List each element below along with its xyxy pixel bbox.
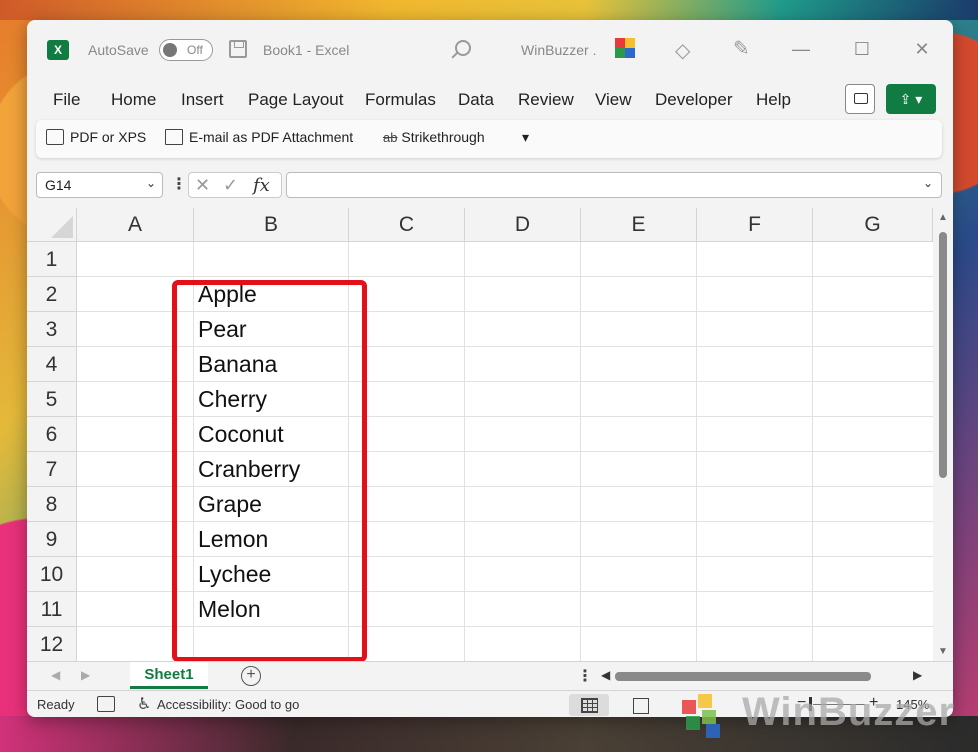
- document-title: Book1 - Excel: [263, 42, 350, 58]
- scroll-up-icon[interactable]: ▲: [938, 212, 948, 223]
- autosave-state: Off: [187, 43, 203, 57]
- minimize-button[interactable]: —: [781, 34, 821, 64]
- chevron-down-icon[interactable]: ⌄: [146, 176, 156, 190]
- save-icon[interactable]: [229, 40, 247, 58]
- formula-bar-options-icon[interactable]: ⋮: [171, 174, 187, 194]
- macro-recording-icon[interactable]: [97, 696, 115, 712]
- comments-button[interactable]: [845, 84, 875, 114]
- add-sheet-icon[interactable]: +: [241, 666, 261, 686]
- autosave-toggle[interactable]: Off: [159, 39, 213, 61]
- column-header-a[interactable]: A: [77, 208, 194, 242]
- customize-toolbar-button[interactable]: ▾: [522, 129, 529, 146]
- row-header-8[interactable]: 8: [27, 487, 77, 522]
- enter-icon[interactable]: ✓: [223, 175, 238, 196]
- printer-icon: [46, 129, 64, 145]
- highlight-annotation-box: [172, 280, 367, 661]
- tab-formulas[interactable]: Formulas: [365, 90, 436, 110]
- status-ready: Ready: [37, 697, 75, 712]
- column-header-e[interactable]: E: [581, 208, 697, 242]
- scroll-right-icon[interactable]: ▶: [913, 668, 922, 682]
- formula-bar-buttons: ✕ ✓ fx: [188, 172, 282, 198]
- accessibility-status[interactable]: Accessibility: Good to go: [157, 697, 299, 712]
- tab-view[interactable]: View: [595, 90, 632, 110]
- column-header-c[interactable]: C: [349, 208, 465, 242]
- row-header-11[interactable]: 11: [27, 592, 77, 627]
- search-icon[interactable]: [455, 40, 471, 56]
- page-layout-view-button[interactable]: [620, 694, 660, 716]
- sheet-tab-sheet1[interactable]: Sheet1: [130, 662, 208, 689]
- row-header-5[interactable]: 5: [27, 382, 77, 417]
- scroll-down-icon[interactable]: ▼: [938, 646, 948, 657]
- row-header-6[interactable]: 6: [27, 417, 77, 452]
- select-all-corner[interactable]: [27, 208, 77, 242]
- column-header-b[interactable]: B: [194, 208, 349, 242]
- tab-insert[interactable]: Insert: [181, 90, 224, 110]
- email-pdf-label: E-mail as PDF Attachment: [189, 129, 354, 145]
- vertical-scrollbar[interactable]: ▲ ▼: [933, 208, 953, 661]
- accessibility-icon[interactable]: ♿: [137, 694, 151, 714]
- autosave-label: AutoSave: [88, 42, 149, 58]
- formula-input[interactable]: ⌄: [286, 172, 942, 198]
- name-box-value: G14: [45, 177, 72, 193]
- tab-data[interactable]: Data: [458, 90, 494, 110]
- normal-view-button[interactable]: [569, 694, 609, 716]
- insert-function-icon[interactable]: fx: [253, 175, 270, 196]
- ribbon-tabs: File Home Insert Page Layout Formulas Da…: [27, 84, 953, 116]
- column-header-f[interactable]: F: [697, 208, 813, 242]
- tab-help[interactable]: Help: [756, 90, 791, 110]
- row-header-10[interactable]: 10: [27, 557, 77, 592]
- tab-home[interactable]: Home: [111, 90, 156, 110]
- strikethrough-label: Strikethrough: [401, 129, 485, 145]
- horizontal-scroll-thumb[interactable]: [615, 672, 871, 681]
- next-sheet-icon[interactable]: ▶: [81, 668, 90, 682]
- worksheet-grid[interactable]: A B C D E F G 1 2 3 4 5 6 7 8 9 10 11 12: [27, 208, 933, 661]
- cancel-icon[interactable]: ✕: [195, 175, 210, 196]
- pdf-xps-label: PDF or XPS: [70, 129, 147, 145]
- column-header-d[interactable]: D: [465, 208, 581, 242]
- sheet-tabs-bar: ◀ ▶ Sheet1 + ⋮ ◀ ▶: [27, 661, 953, 689]
- scroll-left-icon[interactable]: ◀: [601, 668, 610, 682]
- strikethrough-button[interactable]: ab Strikethrough: [383, 129, 485, 145]
- tab-developer[interactable]: Developer: [655, 90, 733, 110]
- tabs-options-icon[interactable]: ⋮: [577, 666, 593, 686]
- row-header-2[interactable]: 2: [27, 277, 77, 312]
- toggle-knob: [163, 43, 177, 57]
- row-header-4[interactable]: 4: [27, 347, 77, 382]
- title-bar: X AutoSave Off Book1 - Excel WinBuzzer .…: [27, 20, 953, 80]
- row-header-1[interactable]: 1: [27, 242, 77, 277]
- tab-review[interactable]: Review: [518, 90, 574, 110]
- desktop-background-top: [0, 0, 978, 20]
- vertical-scroll-thumb[interactable]: [939, 232, 947, 478]
- excel-logo-icon: X: [47, 40, 69, 60]
- name-box[interactable]: G14 ⌄: [36, 172, 163, 198]
- strikethrough-icon: ab: [383, 130, 398, 145]
- close-button[interactable]: ✕: [902, 34, 942, 64]
- user-name[interactable]: WinBuzzer .: [521, 42, 596, 58]
- previous-sheet-icon[interactable]: ◀: [51, 668, 60, 682]
- tab-file[interactable]: File: [53, 90, 80, 110]
- excel-window: X AutoSave Off Book1 - Excel WinBuzzer .…: [27, 20, 953, 717]
- pdf-attachment-icon: [165, 129, 183, 145]
- quick-access-toolbar: PDF or XPS E-mail as PDF Attachment ab S…: [36, 120, 942, 158]
- row-header-9[interactable]: 9: [27, 522, 77, 557]
- tab-page-layout[interactable]: Page Layout: [248, 90, 343, 110]
- pen-icon[interactable]: ✎: [733, 36, 750, 61]
- diamond-icon[interactable]: ◇: [675, 38, 690, 63]
- watermark-logo-icon: [676, 690, 728, 738]
- column-header-g[interactable]: G: [813, 208, 933, 242]
- row-header-12[interactable]: 12: [27, 627, 77, 661]
- maximize-button[interactable]: ☐: [842, 34, 882, 64]
- expand-formula-icon[interactable]: ⌄: [923, 176, 933, 190]
- watermark: WinBuzzer: [676, 686, 966, 742]
- pdf-xps-button[interactable]: PDF or XPS: [46, 129, 146, 145]
- user-avatar[interactable]: [611, 36, 639, 64]
- row-header-7[interactable]: 7: [27, 452, 77, 487]
- email-pdf-button[interactable]: E-mail as PDF Attachment: [165, 129, 353, 145]
- row-header-3[interactable]: 3: [27, 312, 77, 347]
- watermark-text: WinBuzzer: [742, 690, 956, 734]
- share-button[interactable]: ⇪ ▾: [886, 84, 936, 114]
